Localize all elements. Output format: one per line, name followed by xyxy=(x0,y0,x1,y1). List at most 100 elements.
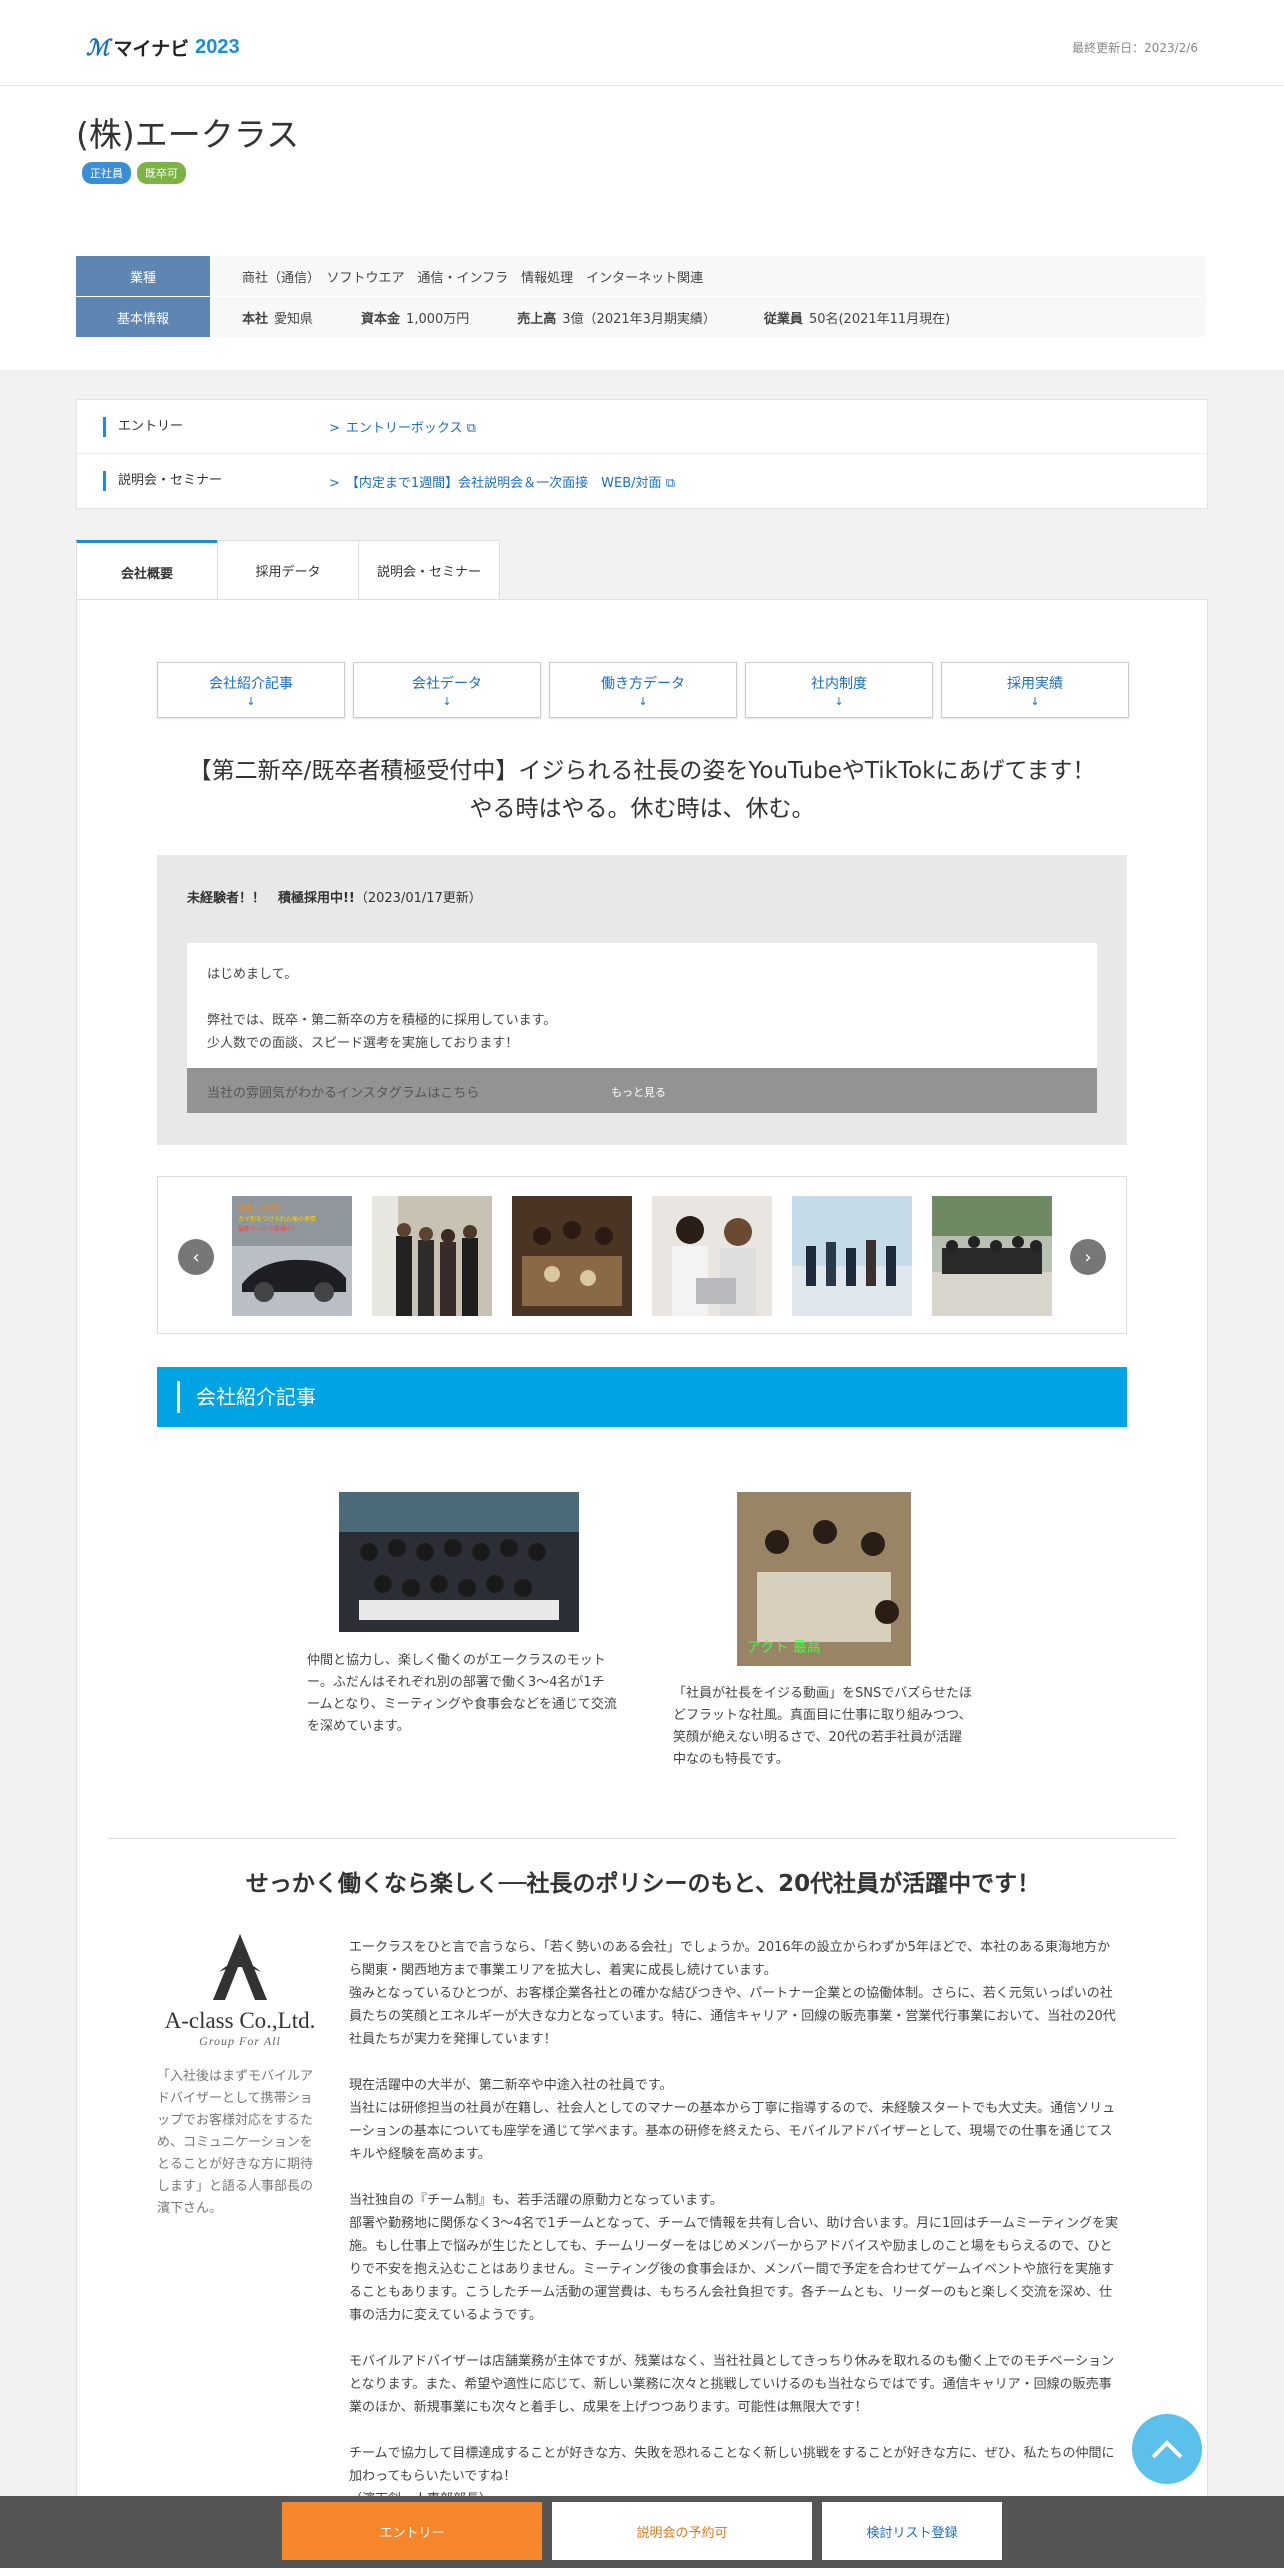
anchor-label: 会社データ xyxy=(412,675,482,692)
tab-recruit-data[interactable]: 採用データ xyxy=(217,540,359,600)
aclass-logo-name: A-class Co.,Ltd. xyxy=(164,2008,316,2033)
anchor-hiring-results[interactable]: 採用実績 ↓ xyxy=(941,662,1129,718)
tab-seminar[interactable]: 説明会・セミナー xyxy=(358,540,500,600)
hq-value: 愛知県 xyxy=(274,311,314,327)
arrow-down-icon: ↓ xyxy=(834,694,844,708)
intro-text-1: 仲間と協力し、楽しく働くのがエークラスのモットー。ふだんはそれぞれ別の部署で働く… xyxy=(307,1653,617,1734)
entry-row: エントリー > エントリーボックス ⧉ xyxy=(77,400,1207,454)
gallery-prev-button[interactable]: ‹ xyxy=(178,1239,214,1275)
hr-quote: 「入社後はまずモバイルアドバイザーとして携帯ショップでお客様対応をするため、コミ… xyxy=(157,2069,314,2216)
chevron-right-icon: > xyxy=(329,421,340,436)
gallery-photo-group[interactable] xyxy=(372,1196,492,1316)
svg-text:社長の 社長が…: 社長の 社長が… xyxy=(238,1203,289,1212)
intro-section-banner: 会社紹介記事 xyxy=(157,1367,1127,1427)
page-tabs: 会社概要 採用データ 説明会・セミナー xyxy=(76,540,500,602)
back-to-top-button[interactable] xyxy=(1132,2414,1202,2484)
news-title-bold: 未経験者！！ 積極採用中!! xyxy=(187,891,355,906)
action-links-box: エントリー > エントリーボックス ⧉ 説明会・セミナー > 【内定まで1週間】会社… xyxy=(76,399,1208,509)
entry-button[interactable]: エントリー xyxy=(282,2502,542,2560)
industry-row: 業種 商社（通信） ソフトウエア 通信・インフラ 情報処理 インターネット関連 xyxy=(76,256,1206,296)
svg-text:ガイ形をつけられた後の表情: ガイ形をつけられた後の表情 xyxy=(238,1215,316,1223)
aclass-emblem-icon xyxy=(213,1934,267,2000)
external-window-icon: ⧉ xyxy=(466,421,476,436)
logo-text: マイナビ xyxy=(113,39,190,60)
aclass-logo-sub: Group For All xyxy=(199,2034,281,2048)
news-fade-bar: 当社の雰囲気がわかるインスタグラムはこちら もっと見る xyxy=(187,1068,1097,1113)
industry-label: 業種 xyxy=(76,256,210,296)
arrow-down-icon: ↓ xyxy=(246,694,256,708)
seminar-link-text: 【内定まで1週間】会社説明会＆一次面接 WEB/対面 xyxy=(345,475,662,491)
mynavi-mark-icon: ℳ xyxy=(86,34,109,60)
intro-text-2: 「社員が社長をイジる動画」をSNSでバズらせたほどフラットな社風。真面目に仕事に… xyxy=(673,1686,972,1767)
anchor-company-data[interactable]: 会社データ ↓ xyxy=(353,662,541,718)
news-p3: 少人数での面談、スピード選考を実施しております！ xyxy=(207,1036,519,1051)
external-window-icon: ⧉ xyxy=(665,475,675,491)
industry-value: 商社（通信） ソフトウエア 通信・インフラ 情報処理 インターネット関連 xyxy=(242,270,704,286)
last-updated: 最終更新日：2023/2/6 xyxy=(1072,41,1198,55)
anchor-benefits[interactable]: 社内制度 ↓ xyxy=(745,662,933,718)
entry-box-link-text: エントリーボックス xyxy=(345,421,463,436)
intro-photo-team xyxy=(339,1492,579,1632)
employment-tags: 正社員 既卒可 xyxy=(82,162,186,184)
bottom-action-bar: エントリー 説明会の予約可 検討リスト登録 xyxy=(0,2496,1284,2568)
article-paragraph: モバイルアドバイザーは店舗業務が主体ですが、残業はなく、当社社員としてきっちり休… xyxy=(349,2354,1115,2415)
employees-value: 50名(2021年11月現在) xyxy=(808,311,951,327)
tag-fulltime: 正社員 xyxy=(82,162,131,184)
gallery-photo-laptop[interactable] xyxy=(652,1196,772,1316)
arrow-down-icon: ↓ xyxy=(638,694,648,708)
news-title: 未経験者！！ 積極採用中!!（2023/01/17更新） xyxy=(187,887,482,906)
gallery-next-button[interactable]: › xyxy=(1070,1239,1106,1275)
gallery-photo-car[interactable]: 社長の 社長が… ガイ形をつけられた後の表情 最新ツールで楽撮中！ xyxy=(232,1196,352,1316)
site-header: ℳ マイナビ 2023 最終更新日：2023/2/6 xyxy=(0,0,1284,86)
gallery-photo-beach[interactable] xyxy=(792,1196,912,1316)
article-paragraph: 当社独自の『チーム制』も、若手活躍の原動力となっています。 部署や勤務地に関係な… xyxy=(349,2193,1119,2323)
svg-text:最新ツールで楽撮中！: 最新ツールで楽撮中！ xyxy=(238,1225,298,1233)
aclass-logo: A-class Co.,Ltd. Group For All xyxy=(155,1932,325,2049)
entry-row-label: エントリー xyxy=(103,416,329,437)
chevron-right-icon: > xyxy=(329,475,340,491)
arrow-down-icon: ↓ xyxy=(442,694,452,708)
seminar-link[interactable]: > 【内定まで1週間】会社説明会＆一次面接 WEB/対面 ⧉ xyxy=(329,472,675,491)
basic-info-row: 基本情報 本社 愛知県 資本金 1,000万円 売上高 3億（2021年3月期実績） … xyxy=(76,297,1206,337)
anchor-label: 働き方データ xyxy=(601,675,685,692)
photo-gallery: ‹ 社長の 社長が… ガイ形をつけられた後の表情 最新ツールで楽撮中！ › xyxy=(157,1176,1127,1334)
intro-section-title: 会社紹介記事 xyxy=(177,1381,316,1413)
capital-label: 資本金 xyxy=(361,311,401,327)
section-divider xyxy=(107,1838,1177,1839)
anchor-intro-articles[interactable]: 会社紹介記事 ↓ xyxy=(157,662,345,718)
tab-company-overview[interactable]: 会社概要 xyxy=(76,540,218,602)
basic-info-label: 基本情報 xyxy=(76,297,210,337)
read-more-link[interactable]: もっと見る xyxy=(611,1084,666,1100)
sales-value: 3億（2021年3月期実績） xyxy=(562,311,716,327)
intro-photo-meeting: アクト 最高 xyxy=(737,1492,911,1666)
hq-label: 本社 xyxy=(242,311,269,327)
seminar-reserve-button[interactable]: 説明会の予約可 xyxy=(552,2502,812,2560)
mynavi-logo[interactable]: ℳ マイナビ 2023 xyxy=(86,34,240,61)
company-summary: (株)エークラス 正社員 既卒可 業種 商社（通信） ソフトウエア 通信・インフ… xyxy=(0,86,1284,370)
article-headline: せっかく働くなら楽しく──社長のポリシーのもと、20代社員が活躍中です！ xyxy=(245,1871,1041,1897)
add-to-list-button[interactable]: 検討リスト登録 xyxy=(822,2502,1002,2560)
news-body: はじめまして。 弊社では、既卒・第二新卒の方を積極的に採用しています。 少人数で… xyxy=(187,943,1097,1113)
news-date: （2023/01/17更新） xyxy=(354,891,482,906)
company-name: (株)エークラス xyxy=(76,115,300,154)
news-box: 未経験者！！ 積極採用中!!（2023/01/17更新） はじめまして。 弊社で… xyxy=(157,855,1127,1145)
news-p2: 弊社では、既卒・第二新卒の方を積極的に採用しています。 xyxy=(207,1013,557,1028)
gallery-thumbs: 社長の 社長が… ガイ形をつけられた後の表情 最新ツールで楽撮中！ xyxy=(232,1196,1052,1316)
main-headline: 【第二新卒/既卒者積極受付中】イジられる社長の姿をYouTubeやTikTokに… xyxy=(117,752,1167,828)
arrow-down-icon: ↓ xyxy=(1030,694,1040,708)
logo-year: 2023 xyxy=(195,36,240,58)
seminar-row: 説明会・セミナー > 【内定まで1週間】会社説明会＆一次面接 WEB/対面 ⧉ xyxy=(77,454,1207,508)
headline-line2: やる時はやる。休む時は、休む。 xyxy=(469,796,815,822)
article-body: エークラスをひと言で言うなら、「若く勢いのある会社」でしょうか。2016年の設立… xyxy=(349,1936,1119,2534)
article-paragraph: エークラスをひと言で言うなら、「若く勢いのある会社」でしょうか。2016年の設立… xyxy=(349,1940,1116,2047)
anchor-label: 社内制度 xyxy=(811,675,867,692)
tag-graduates-ok: 既卒可 xyxy=(137,162,186,184)
sales-label: 売上高 xyxy=(517,311,557,327)
meeting-photo-caption: アクト 最高 xyxy=(747,1639,821,1656)
gallery-photo-outdoor[interactable] xyxy=(932,1196,1052,1316)
gallery-photo-dinner[interactable] xyxy=(512,1196,632,1316)
entry-box-link[interactable]: > エントリーボックス ⧉ xyxy=(329,417,476,436)
anchor-label: 会社紹介記事 xyxy=(209,675,293,692)
anchor-work-data[interactable]: 働き方データ ↓ xyxy=(549,662,737,718)
headline-line1: 【第二新卒/既卒者積極受付中】イジられる社長の姿をYouTubeやTikTokに… xyxy=(188,758,1096,784)
